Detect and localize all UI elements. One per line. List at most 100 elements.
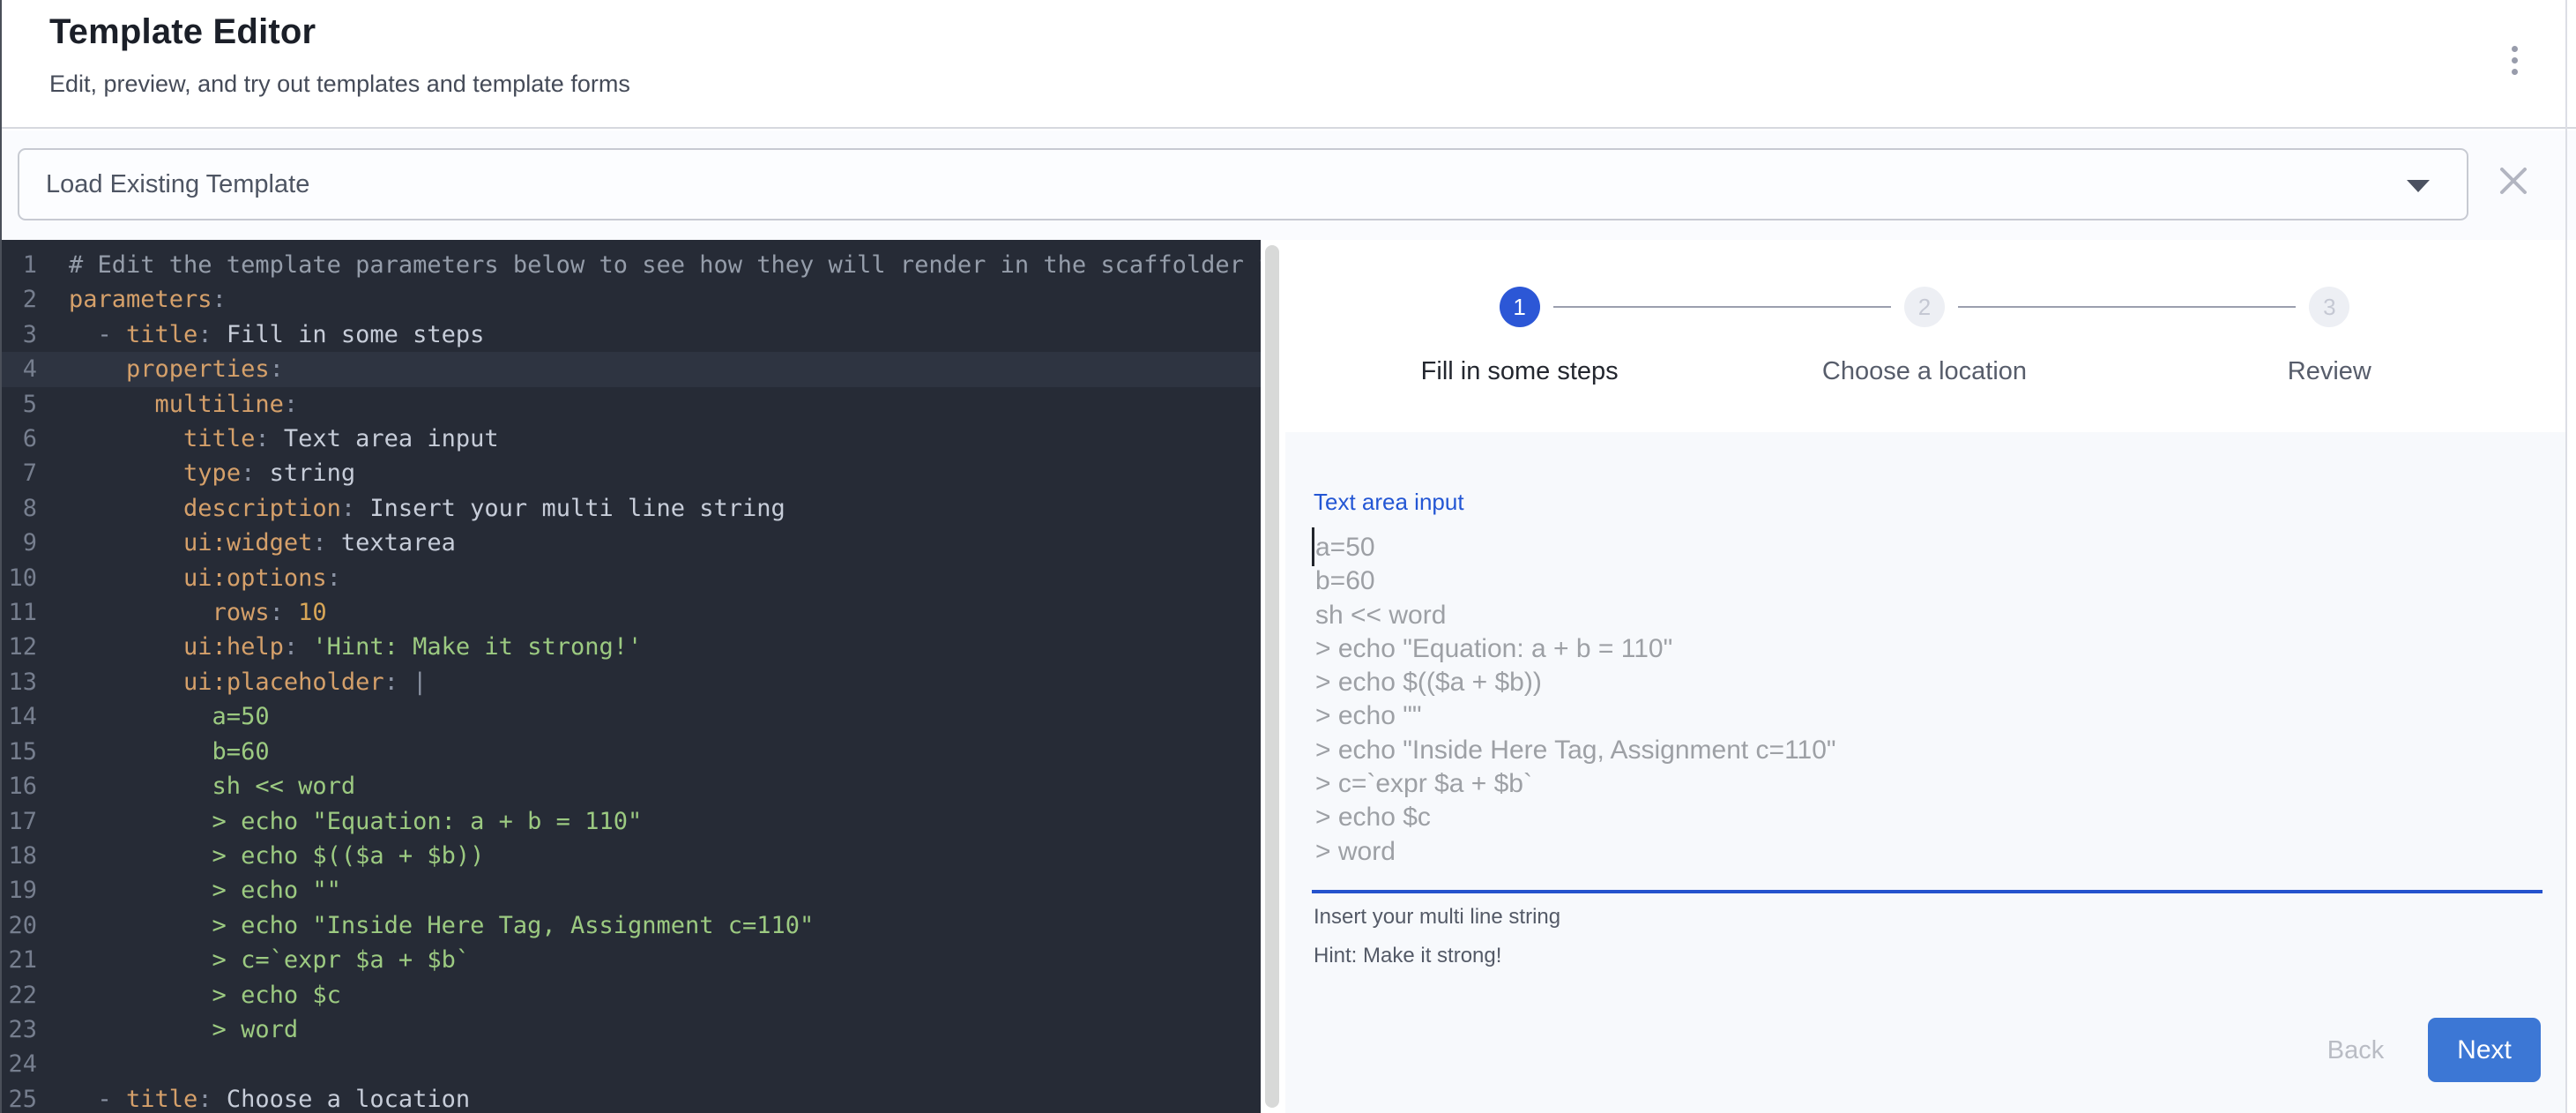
textarea-line: sh << word: [1315, 599, 1836, 632]
code-line: 17 > echo "Equation: a + b = 110": [0, 804, 1261, 839]
code-text: > echo "Equation: a + b = 110": [69, 808, 642, 835]
line-number: 16: [0, 769, 37, 803]
code-text: a=50: [69, 703, 270, 730]
stepper: 1 Fill in some steps 2 Choose a location 3 Re…: [1284, 287, 2565, 386]
step-number-badge: 3: [2309, 287, 2349, 327]
page-header: Template Editor Edit, preview, and try o…: [0, 0, 2576, 129]
code-text: - title: Choose a location: [69, 1086, 470, 1113]
kebab-dot: [2512, 46, 2518, 52]
template-preview-panel: 1 Fill in some steps 2 Choose a location 3 Re…: [1284, 240, 2576, 1113]
line-number: 15: [0, 735, 37, 769]
code-text: > echo "Inside Here Tag, Assignment c=11…: [69, 912, 814, 939]
code-line: 12 ui:help: 'Hint: Make it strong!': [0, 630, 1261, 664]
stepper-connector: [1958, 306, 2296, 308]
scrollbar-thumb[interactable]: [1265, 245, 1279, 1108]
textarea-line: > echo "Inside Here Tag, Assignment c=11…: [1315, 734, 1836, 767]
text-cursor-caret: [1312, 527, 1314, 566]
textarea-input[interactable]: a=50b=60sh << word> echo "Equation: a + …: [1315, 531, 1836, 869]
code-text: > echo $(($a + $b)): [69, 842, 484, 870]
textarea-line: > echo $(($a + $b)): [1315, 666, 1836, 699]
clear-selection-button[interactable]: [2495, 162, 2532, 199]
code-text: description: Insert your multi line stri…: [69, 495, 785, 522]
field-description: Insert your multi line string: [1314, 905, 1560, 930]
code-text: > c=`expr $a + $b`: [69, 946, 470, 974]
line-number: 11: [0, 595, 37, 630]
code-text: > word: [69, 1016, 298, 1043]
code-line: 18 > echo $(($a + $b)): [0, 839, 1261, 873]
line-number: 4: [0, 352, 37, 386]
line-number: 6: [0, 422, 37, 456]
code-line: 1# Edit the template parameters below to…: [0, 248, 1261, 282]
code-text: type: string: [69, 459, 355, 487]
more-options-kebab-icon[interactable]: [2505, 46, 2523, 85]
code-text: b=60: [69, 738, 270, 766]
code-line: 11 rows: 10: [0, 595, 1261, 630]
code-line: 5 multiline:: [0, 387, 1261, 422]
line-number: 5: [0, 387, 37, 422]
yaml-code-editor[interactable]: 1# Edit the template parameters below to…: [0, 240, 1261, 1113]
step-label: Review: [2127, 357, 2532, 386]
stepper-step-3[interactable]: 3 Review: [2127, 287, 2532, 386]
textarea-field-label: Text area input: [1314, 489, 1464, 516]
line-number: 13: [0, 665, 37, 699]
code-text: ui:help: 'Hint: Make it strong!': [69, 633, 642, 661]
line-number: 3: [0, 317, 37, 352]
textarea-line: > echo "Equation: a + b = 110": [1315, 632, 1836, 666]
code-text: ui:placeholder: |: [69, 669, 427, 696]
line-number: 12: [0, 630, 37, 664]
textarea-line: > echo $c: [1315, 801, 1836, 834]
step-number-badge: 2: [1904, 287, 1945, 327]
line-number: 7: [0, 456, 37, 490]
template-editor-page: Template Editor Edit, preview, and try o…: [0, 0, 2576, 1113]
line-number: 17: [0, 804, 37, 839]
step-label: Choose a location: [1722, 357, 2126, 386]
kebab-dot: [2512, 69, 2518, 75]
line-number: 25: [0, 1082, 37, 1113]
page-left-border: [0, 0, 2, 1113]
code-text: - title: Fill in some steps: [69, 321, 484, 348]
code-text: title: Text area input: [69, 425, 499, 452]
next-button[interactable]: Next: [2428, 1018, 2541, 1082]
step-number-badge: 1: [1500, 287, 1540, 327]
select-value: Load Existing Template: [46, 150, 309, 219]
textarea-line: a=50: [1315, 531, 1836, 564]
stepper-step-1[interactable]: 1 Fill in some steps: [1317, 287, 1722, 386]
code-text: # Edit the template parameters below to …: [69, 251, 1261, 279]
line-number: 8: [0, 491, 37, 526]
code-line: 9 ui:widget: textarea: [0, 526, 1261, 560]
back-button[interactable]: Back: [2294, 1030, 2417, 1071]
load-existing-template-select[interactable]: Load Existing Template: [18, 148, 2468, 220]
textarea-focus-underline: [1312, 890, 2542, 893]
code-text: parameters:: [69, 286, 227, 313]
textarea-line: > word: [1315, 835, 1836, 869]
editor-scrollbar[interactable]: [1261, 240, 1284, 1113]
kebab-dot: [2512, 57, 2518, 63]
code-text: > echo "": [69, 877, 341, 904]
code-line: 16 sh << word: [0, 769, 1261, 803]
code-line: 20 > echo "Inside Here Tag, Assignment c…: [0, 908, 1261, 943]
line-number: 2: [0, 282, 37, 317]
code-text: sh << word: [69, 773, 355, 800]
line-number: 19: [0, 873, 37, 908]
code-line: 15 b=60: [0, 735, 1261, 769]
page-right-border: [2565, 0, 2567, 1113]
code-text: rows: 10: [69, 599, 327, 626]
line-number: 20: [0, 908, 37, 943]
code-line: 2 parameters:: [0, 282, 1261, 317]
field-help-hint: Hint: Make it strong!: [1314, 944, 1501, 968]
code-text: ui:widget: textarea: [69, 529, 456, 556]
code-line: 4 properties:: [0, 352, 1261, 386]
code-text: ui:options:: [69, 564, 341, 592]
code-line: 6 title: Text area input: [0, 422, 1261, 456]
line-number: 10: [0, 561, 37, 595]
step-label: Fill in some steps: [1317, 357, 1722, 386]
stepper-step-2[interactable]: 2 Choose a location: [1722, 287, 2126, 386]
line-number: 14: [0, 699, 37, 734]
line-number: 9: [0, 526, 37, 560]
chevron-down-icon: [2407, 180, 2430, 192]
code-line: 14 a=50: [0, 699, 1261, 734]
code-text: > echo $c: [69, 982, 341, 1009]
code-line: 21 > c=`expr $a + $b`: [0, 943, 1261, 977]
textarea-line: b=60: [1315, 564, 1836, 598]
close-x-icon: [2495, 162, 2532, 199]
